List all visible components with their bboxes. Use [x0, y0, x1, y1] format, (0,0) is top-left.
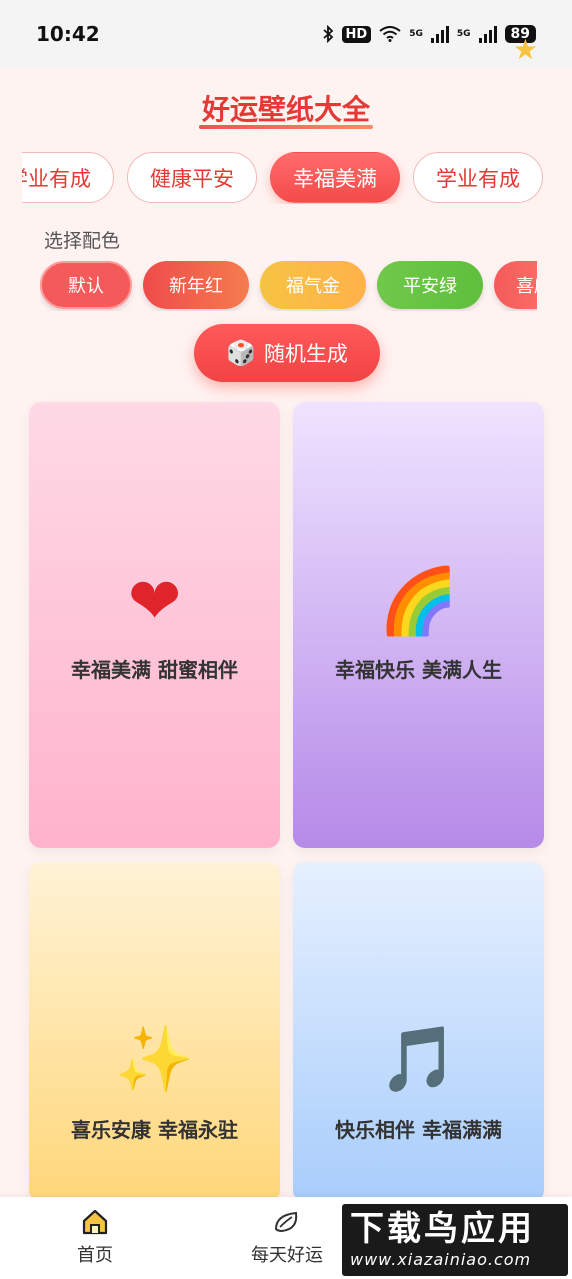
- nav-item-daily-luck[interactable]: 每天好运: [227, 1207, 347, 1267]
- leaf-icon: [274, 1211, 298, 1233]
- wallpaper-card[interactable]: ❤ 幸福美满 甜蜜相伴: [29, 402, 280, 848]
- random-generate-button[interactable]: 🎲 随机生成: [194, 324, 380, 382]
- status-icons: HD 5G 5G 89: [322, 25, 536, 43]
- title-underline: [199, 125, 373, 129]
- category-tabs[interactable]: 学业有成 健康平安 幸福美满 学业有成: [22, 152, 551, 204]
- card-caption: 喜乐安康 幸福永驻: [71, 1118, 238, 1142]
- page-title: 好运壁纸大全: [201, 93, 370, 126]
- bluetooth-icon: [322, 25, 334, 43]
- nav-label-home: 首页: [77, 1245, 113, 1266]
- wifi-icon: [379, 26, 401, 42]
- status-bar: 10:42 HD 5G 5G 89: [0, 0, 572, 68]
- category-tab[interactable]: 学业有成: [413, 152, 543, 203]
- network-5g-label-2: 5G: [456, 29, 471, 39]
- category-tab-active[interactable]: 幸福美满: [270, 152, 400, 203]
- card-caption: 幸福快乐 美满人生: [335, 658, 502, 682]
- star-icon[interactable]: ★: [513, 36, 538, 64]
- color-chip-default[interactable]: 默认: [40, 261, 132, 309]
- watermark-url: www.xiazainiao.com: [350, 1249, 532, 1269]
- color-chip-green[interactable]: 平安绿: [377, 261, 483, 309]
- heart-icon: ❤: [127, 565, 182, 639]
- wallpaper-card[interactable]: ✨ 喜乐安康 幸福永驻: [29, 862, 280, 1202]
- color-chip-gold[interactable]: 福气金: [260, 261, 366, 309]
- category-tab[interactable]: 健康平安: [127, 152, 257, 203]
- network-5g-label: 5G: [409, 29, 423, 39]
- watermark-logo: 下载鸟应用 www.xiazainiao.com: [342, 1204, 568, 1276]
- nav-label-daily-luck: 每天好运: [251, 1245, 323, 1266]
- sparkles-icon: ✨: [114, 1023, 195, 1097]
- category-tab[interactable]: 学业有成: [22, 152, 114, 203]
- card-caption: 幸福美满 甜蜜相伴: [71, 658, 238, 682]
- home-icon: [82, 1209, 108, 1235]
- random-generate-label: 随机生成: [263, 342, 348, 366]
- dice-icon: 🎲: [226, 339, 256, 367]
- wallpaper-card[interactable]: 🌈 幸福快乐 美满人生: [293, 402, 544, 848]
- color-chip-red[interactable]: 新年红: [143, 261, 249, 309]
- rainbow-icon: 🌈: [378, 565, 459, 639]
- color-options[interactable]: 默认 新年红 福气金 平安绿 喜庆: [40, 261, 537, 311]
- signal-icon-2: [478, 25, 497, 43]
- nav-item-home[interactable]: 首页: [35, 1207, 155, 1267]
- watermark-main: 下载鸟应用: [350, 1208, 535, 1249]
- status-time: 10:42: [36, 22, 100, 46]
- signal-icon: [430, 25, 449, 43]
- color-chip-festive[interactable]: 喜庆: [494, 261, 537, 309]
- music-note-icon: 🎵: [378, 1023, 459, 1097]
- hd-icon: HD: [341, 25, 372, 43]
- wallpaper-card[interactable]: 🎵 快乐相伴 幸福满满: [293, 862, 544, 1202]
- color-section-label: 选择配色: [44, 230, 121, 252]
- card-caption: 快乐相伴 幸福满满: [335, 1118, 502, 1142]
